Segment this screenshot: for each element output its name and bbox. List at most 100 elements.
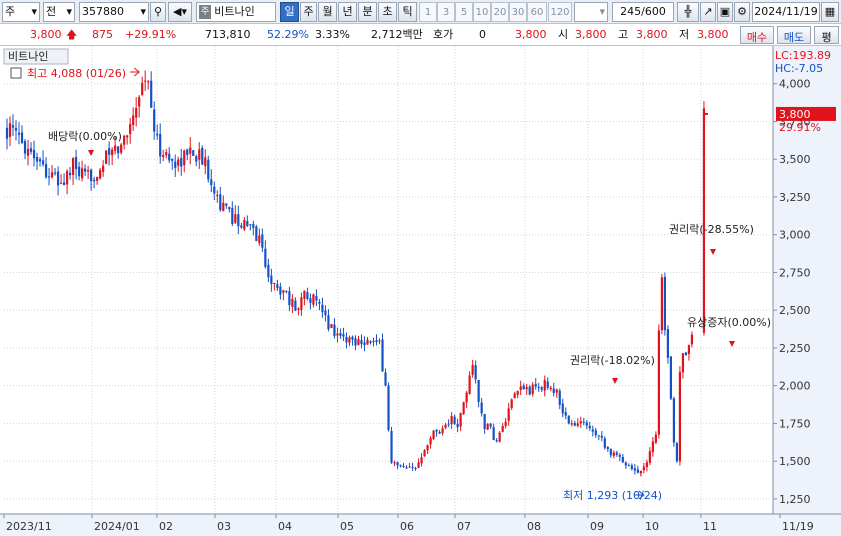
candle-body <box>624 462 627 466</box>
candle-body <box>492 427 495 441</box>
average-label: 평 <box>821 31 832 44</box>
candle-body <box>162 155 165 157</box>
hoga-value: 0 <box>479 28 486 41</box>
market-code-select[interactable]: 전 ▾ <box>43 2 75 22</box>
candle-body <box>546 381 549 388</box>
candle-body <box>183 150 186 166</box>
drawing-tool-button[interactable]: ↗ <box>700 2 716 22</box>
candle-body <box>74 156 78 170</box>
x-tick-label: 08 <box>527 520 541 533</box>
interval-30[interactable]: 30 <box>509 2 527 22</box>
candle-body <box>603 438 606 448</box>
y-tick-label: 3,500 <box>779 153 811 166</box>
candle-body <box>32 150 36 159</box>
candle-body <box>114 145 117 151</box>
y-tick-label: 1,750 <box>779 417 811 430</box>
market-select[interactable]: 주 ▾ <box>2 2 40 22</box>
candle-body <box>276 284 279 289</box>
candle-body <box>456 423 459 428</box>
candle-body <box>267 264 270 278</box>
candle-body <box>471 364 474 375</box>
period-tab-label: 월 <box>322 5 333 18</box>
candle-body <box>648 451 651 463</box>
interval-20[interactable]: 20 <box>491 2 509 22</box>
candle-body <box>432 430 435 439</box>
search-button[interactable]: ⚲ <box>150 2 166 22</box>
candle-body <box>87 170 90 172</box>
candle-body <box>345 336 348 343</box>
sound-button[interactable]: ◀▾ <box>168 2 192 22</box>
candle-body <box>249 224 252 226</box>
volume: 713,810 <box>205 28 251 41</box>
candlestick-chart[interactable]: 1,250 1,500 1,750 2,000 2,250 2,500 2,750 3,000… <box>0 46 841 536</box>
candle-body <box>297 308 300 310</box>
interval-label: 5 <box>460 6 468 18</box>
low-annotation: 최저 1,293 (10/24) <box>563 489 662 502</box>
candle-body <box>189 147 192 154</box>
stock-name-field[interactable]: 주 비트나인 <box>196 2 276 22</box>
interval-60[interactable]: 60 <box>527 2 547 22</box>
display-count-field[interactable]: 245/600 <box>612 2 674 22</box>
calendar-button[interactable]: ▦ <box>821 2 839 22</box>
lc-label: LC:193.89 <box>775 49 831 62</box>
interval-10[interactable]: 10 <box>473 2 491 22</box>
market-code-label: 전 <box>46 5 57 18</box>
candle-body <box>321 304 324 313</box>
candle-body <box>588 425 591 429</box>
price-chart-area[interactable]: 1,250 1,500 1,750 2,000 2,250 2,500 2,750 3,000… <box>0 46 841 536</box>
buy-button[interactable]: 매수 <box>740 26 774 44</box>
interval-3[interactable]: 3 <box>437 2 455 22</box>
interval-custom-select[interactable]: ▾ <box>574 2 608 22</box>
candle-body <box>561 403 564 414</box>
candle-body <box>65 171 69 185</box>
candle-body <box>26 148 30 156</box>
candle-body <box>543 380 546 391</box>
interval-120[interactable]: 120 <box>548 2 572 22</box>
interval-label: 10 <box>475 6 489 18</box>
current-change-tag-label: 29.91% <box>779 121 821 134</box>
candle-body <box>654 434 657 443</box>
y-tick-label: 2,250 <box>779 342 811 355</box>
average-button[interactable]: 평 <box>814 26 839 44</box>
candle-body <box>156 133 159 136</box>
candle-body <box>81 168 84 179</box>
candle-body <box>14 127 18 131</box>
period-tab-second[interactable]: 초 <box>378 2 397 22</box>
settings-button[interactable]: ⚙ <box>734 2 750 22</box>
candle-body <box>525 387 528 390</box>
candle-body <box>513 393 516 399</box>
period-tab-minute[interactable]: 분 <box>358 2 377 22</box>
candle-body <box>423 450 426 457</box>
candle-body <box>411 466 414 468</box>
candle-body <box>483 414 486 430</box>
candle-body <box>681 353 685 373</box>
candle-body <box>77 166 81 177</box>
period-tab-label: 년 <box>342 5 353 18</box>
candle-body <box>429 438 432 445</box>
candle-body <box>5 127 9 139</box>
period-tab-year[interactable]: 년 <box>338 2 357 22</box>
candle-body <box>366 339 369 345</box>
period-tab-day[interactable]: 일 <box>280 2 299 22</box>
candle-type-button[interactable]: ╬ <box>677 2 699 22</box>
period-tab-week[interactable]: 주 <box>300 2 317 22</box>
stock-code-input[interactable]: 357880 ▾ <box>79 2 149 22</box>
interval-1[interactable]: 1 <box>419 2 437 22</box>
candle-body <box>315 296 318 301</box>
candle-body <box>171 158 174 161</box>
date-field[interactable]: 2024/11/19 <box>752 2 820 22</box>
x-tick-label: 11/19 <box>782 520 814 533</box>
candle-body <box>234 214 237 223</box>
period-tab-tick[interactable]: 틱 <box>398 2 417 22</box>
candle-body <box>612 452 615 456</box>
candle-body <box>351 336 354 340</box>
sell-button[interactable]: 매도 <box>777 26 811 44</box>
period-tab-month[interactable]: 월 <box>318 2 337 22</box>
up-arrow-icon: 🡅 <box>66 28 78 41</box>
candle-body <box>582 421 585 423</box>
interval-5[interactable]: 5 <box>455 2 473 22</box>
high-price: 3,800 <box>636 28 668 41</box>
save-button[interactable]: ▣ <box>717 2 733 22</box>
candle-body <box>498 432 501 442</box>
candle-body <box>555 389 558 393</box>
